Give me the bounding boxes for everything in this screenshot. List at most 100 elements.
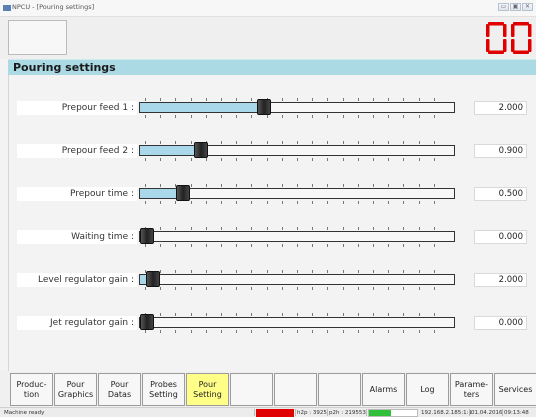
button-label: Pour Setting (193, 380, 222, 400)
button-label: Probes Setting (149, 380, 178, 400)
slider-thumb[interactable] (194, 142, 208, 158)
window-title: NPCU - [Pouring settings] (12, 3, 95, 11)
slider-thumb[interactable] (257, 99, 271, 115)
status-progress-fill (369, 410, 391, 416)
close-icon[interactable]: ✕ (522, 3, 533, 11)
status-time: 09:13:48 (504, 410, 529, 416)
status-date: 01.04.2016 (471, 410, 503, 416)
slider-thumb[interactable] (140, 228, 154, 244)
section-header: Pouring settings (8, 59, 536, 75)
button-label: Produc-tion (16, 380, 46, 400)
setting-value-field[interactable]: 0.000 (474, 316, 527, 330)
status-bar: Machine ready h2p : 3925 p2h : 219553 19… (0, 407, 536, 417)
header (0, 17, 536, 59)
button-label: Pour Graphics (58, 380, 93, 400)
status-separator (366, 409, 367, 416)
section-title: Pouring settings (13, 61, 116, 74)
log-button[interactable]: Log (406, 373, 449, 406)
button-label-line2: Graphics (57, 389, 94, 399)
setting-label: Jet regulator gain : (17, 316, 137, 330)
window-titlebar: NPCU - [Pouring settings] ▭ ▣ ✕ (0, 0, 536, 17)
maximize-icon[interactable]: ▣ (510, 3, 521, 11)
setting-value-field[interactable]: 2.000 (474, 273, 527, 287)
logo-placeholder (8, 20, 67, 55)
setting-label: Level regulator gain : (17, 273, 137, 287)
setting-value-field[interactable]: 0.500 (474, 187, 527, 201)
empty-2-button[interactable] (274, 373, 317, 406)
status-separator (295, 409, 296, 416)
parameters-button[interactable]: Parame-ters (450, 373, 493, 406)
setting-row: Waiting time : 0.000 (9, 227, 536, 247)
button-label-line1: Probes (150, 379, 177, 389)
slider-rail (139, 145, 455, 156)
setting-slider[interactable] (139, 313, 455, 333)
status-message: Machine ready (4, 410, 45, 416)
setting-slider[interactable] (139, 141, 455, 161)
bottom-toolbar: Produc-tion Pour Graphics Pour Datas Probes Se… (0, 371, 536, 407)
setting-row: Prepour time : 0.500 (9, 184, 536, 204)
slider-thumb[interactable] (146, 271, 160, 287)
setting-slider[interactable] (139, 227, 455, 247)
slider-fill (140, 103, 264, 112)
button-label-line2: tion (23, 389, 40, 399)
setting-slider[interactable] (139, 184, 455, 204)
probes-setting-button[interactable]: Probes Setting (142, 373, 185, 406)
setting-label: Waiting time : (17, 230, 137, 244)
button-label-line1: Pour (66, 379, 85, 389)
seven-segment-counter (486, 22, 532, 54)
production-button[interactable]: Produc-tion (10, 373, 53, 406)
settings-panel: Prepour feed 1 : 2.000 Prepour feed 2 : 0.9… (8, 75, 536, 371)
alarms-button[interactable]: Alarms (362, 373, 405, 406)
button-label-line1: Pour (110, 379, 129, 389)
button-label-line2: Setting (149, 389, 178, 399)
empty-3-button[interactable] (318, 373, 361, 406)
button-label-line1: Produc- (16, 379, 47, 389)
setting-label: Prepour time : (17, 187, 137, 201)
status-p2h: p2h : 219553 (329, 410, 366, 416)
button-label-line1: Log (420, 384, 435, 394)
button-label-line1: Services (498, 384, 533, 394)
setting-label: Prepour feed 1 : (17, 101, 137, 115)
window-controls: ▭ ▣ ✕ (498, 3, 533, 11)
setting-row: Prepour feed 2 : 0.900 (9, 141, 536, 161)
button-label: Services (499, 385, 533, 395)
setting-slider[interactable] (139, 270, 455, 290)
button-label-line2: Datas (107, 389, 132, 399)
button-label-line1: Alarms (369, 384, 398, 394)
status-progress-bar (368, 409, 418, 417)
setting-value-field[interactable]: 2.000 (474, 101, 527, 115)
status-separator (502, 409, 503, 416)
status-separator (469, 409, 470, 416)
setting-value-field[interactable]: 0.900 (474, 144, 527, 158)
setting-row: Level regulator gain : 2.000 (9, 270, 536, 290)
button-label-line2: Setting (193, 389, 222, 399)
app-icon (3, 5, 11, 11)
button-label: Parame-ters (455, 380, 488, 400)
status-h2p: h2p : 3925 (297, 410, 327, 416)
button-label: Pour Datas (108, 380, 131, 400)
minimize-icon[interactable]: ▭ (498, 3, 509, 11)
pour-graphics-button[interactable]: Pour Graphics (54, 373, 97, 406)
setting-row: Prepour feed 1 : 2.000 (9, 98, 536, 118)
services-button[interactable]: Services (494, 373, 536, 406)
empty-1-button[interactable] (230, 373, 273, 406)
pour-setting-button[interactable]: Pour Setting (186, 373, 229, 406)
slider-rail (139, 102, 455, 113)
slider-rail (139, 274, 455, 285)
button-label-line1: Pour (198, 379, 217, 389)
status-separator (254, 409, 255, 416)
button-label: Log (420, 385, 434, 395)
setting-slider[interactable] (139, 98, 455, 118)
slider-thumb[interactable] (140, 314, 154, 330)
slider-thumb[interactable] (176, 185, 190, 201)
slider-rail (139, 317, 455, 328)
status-separator (327, 409, 328, 416)
button-label-line2: ters (463, 389, 480, 399)
button-label-line1: Parame- (454, 379, 489, 389)
slider-rail (139, 231, 455, 242)
setting-value-field[interactable]: 0.000 (474, 230, 527, 244)
slider-fill (140, 146, 201, 155)
setting-label: Prepour feed 2 : (17, 144, 137, 158)
pour-datas-button[interactable]: Pour Datas (98, 373, 141, 406)
status-ip: 192.168.2.185:1:1 (421, 410, 472, 416)
